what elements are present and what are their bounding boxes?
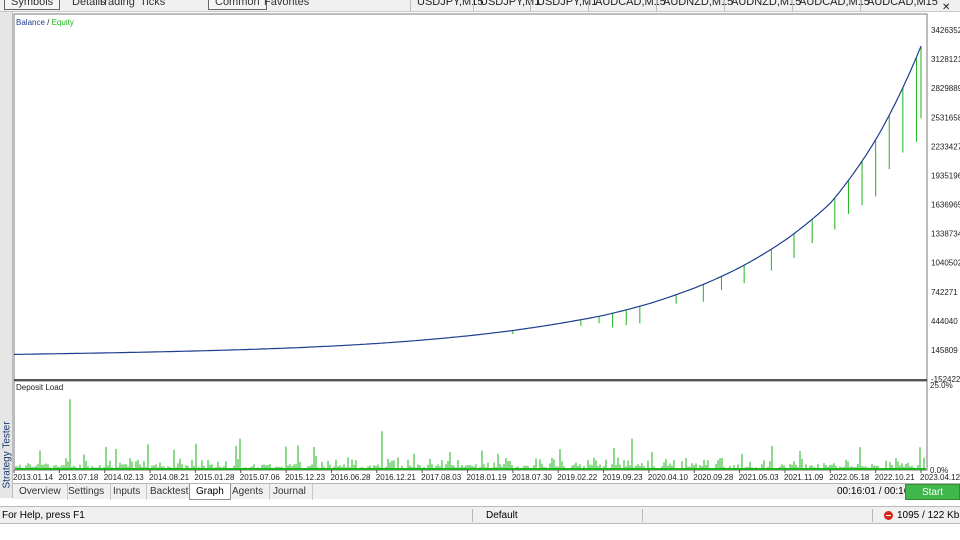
y-tick-label: 1636965 (931, 201, 960, 210)
y-tick-label: 1040502 (931, 259, 960, 268)
y-tick-label: 444040 (931, 317, 958, 326)
load-tick-max: 25.0% (930, 381, 953, 390)
status-divider (472, 509, 473, 522)
status-help-text: For Help, press F1 (2, 510, 85, 521)
x-tick-label: 2014.02.13 (104, 473, 145, 482)
strategy-tester-window: Symbols Details Trading Ticks Common Fav… (0, 0, 960, 540)
x-tick-label: 2016.06.28 (330, 473, 371, 482)
tab-backtest[interactable]: Backtest (144, 484, 196, 500)
y-tick-label: 2233427 (931, 142, 960, 151)
y-tick-label: 2829889 (931, 84, 960, 93)
chart-legend: Balance / Equity (16, 18, 74, 27)
deposit-load-frame (13, 380, 928, 471)
x-tick-label: 2013.01.14 (13, 473, 54, 482)
deposit-load-title: Deposit Load (16, 383, 63, 392)
x-tick-label: 2013.07.18 (58, 473, 99, 482)
y-axis-ticks: 3426352 3128121 2829889 2531658 2233427 19351… (931, 26, 960, 384)
x-tick-label: 2019.02.22 (557, 473, 598, 482)
balance-equity-chart: Balance / Equity Deposit Load 3426352 312… (13, 13, 960, 482)
x-axis-ticks: 2013.01.14 2013.07.18 2014.02.13 2014.08.21… (13, 470, 960, 482)
y-tick-label: 3128121 (931, 55, 960, 64)
y-tick-label: 1935196 (931, 171, 960, 180)
legend-equity: Equity (52, 18, 74, 27)
tab-inputs[interactable]: Inputs (107, 484, 148, 500)
x-tick-label: 2020.04.10 (648, 473, 689, 482)
x-tick-label: 2021.05.03 (739, 473, 780, 482)
x-tick-label: 2022.05.18 (829, 473, 870, 482)
status-profile: Default (486, 510, 518, 521)
x-tick-label: 2021.11.09 (784, 473, 824, 482)
connection-status-icon (884, 511, 893, 520)
y-tick-label: 1338734 (931, 230, 960, 239)
y-tick-label: 3426352 (931, 26, 960, 35)
status-divider (872, 509, 873, 522)
x-tick-label: 2015.12.23 (285, 473, 326, 482)
tester-tab-bar: Overview Settings Inputs Backtest Graph … (13, 483, 960, 500)
x-tick-label: 2015.07.06 (240, 473, 281, 482)
y-tick-label: 145809 (931, 346, 958, 355)
legend-balance: Balance (16, 18, 45, 27)
status-bar: For Help, press F1 Default 1095 / 122 Kb (0, 506, 960, 524)
x-tick-label: 2014.08.21 (149, 473, 190, 482)
x-tick-label: 2015.01.28 (194, 473, 235, 482)
x-tick-label: 2019.09.23 (603, 473, 644, 482)
main-chart-frame (13, 13, 928, 381)
x-tick-label: 2022.10.21 (875, 473, 916, 482)
legend-separator: / (45, 18, 52, 27)
x-tick-label: 2018.01.19 (467, 473, 508, 482)
x-tick-label: 2017.08.03 (421, 473, 462, 482)
status-divider (642, 509, 643, 522)
y-tick-label: 2531658 (931, 113, 960, 122)
x-tick-label: 2016.12.21 (376, 473, 417, 482)
tab-agents[interactable]: Agents (226, 484, 271, 500)
start-button[interactable]: Start (905, 484, 960, 500)
tab-settings[interactable]: Settings (62, 484, 112, 500)
x-tick-label: 2020.09.28 (693, 473, 734, 482)
tab-graph[interactable]: Graph (189, 484, 231, 500)
load-tick-zero: 0.0% (930, 466, 948, 475)
y-tick-label: 742271 (931, 288, 958, 297)
status-traffic: 1095 / 122 Kb (897, 510, 960, 521)
tab-journal[interactable]: Journal (267, 484, 313, 500)
x-tick-label: 2018.07.30 (512, 473, 553, 482)
tab-overview[interactable]: Overview (13, 484, 68, 500)
